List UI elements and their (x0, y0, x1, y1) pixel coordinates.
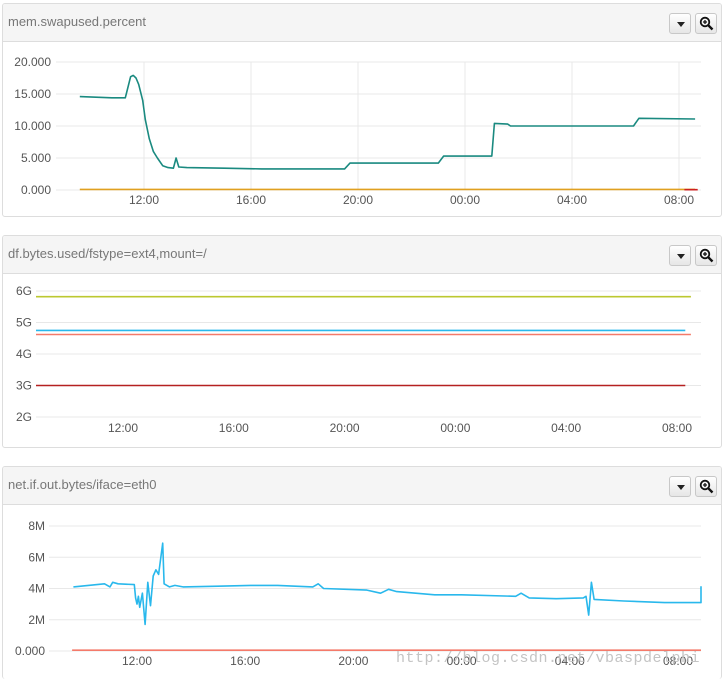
dropdown-button[interactable] (669, 245, 691, 266)
x-tick-label: 12:00 (129, 193, 159, 207)
y-tick-label: 20.000 (14, 55, 51, 69)
series-line-0 (73, 542, 702, 626)
x-tick-label: 12:00 (122, 654, 152, 668)
x-tick-label: 16:00 (236, 193, 266, 207)
y-tick-label: 10.000 (14, 119, 51, 133)
y-tick-label: 6M (28, 550, 45, 564)
y-tick-label: 0.000 (15, 644, 45, 658)
x-tick-label: 08:00 (664, 193, 694, 207)
panel-header: mem.swapused.percent (3, 4, 721, 42)
zoom-button[interactable] (695, 476, 717, 497)
y-tick-label: 2M (28, 613, 45, 627)
swap-chart: 20.000 15.000 10.000 5.000 0.000 12:00 16:00 20… (14, 55, 701, 207)
x-tick-label: 12:00 (108, 421, 138, 435)
y-tick-label: 5.000 (21, 151, 51, 165)
y-tick-label: 4G (16, 347, 32, 361)
zoom-in-icon (699, 16, 714, 31)
y-tick-label: 0.000 (21, 183, 51, 197)
panel-header: df.bytes.used/fstype=ext4,mount=/ (3, 236, 721, 274)
panel-net-out-bytes: net.if.out.bytes/iface=eth0 8M 6M 4M 2M 0.00… (2, 466, 722, 679)
panel-title: net.if.out.bytes/iface=eth0 (8, 477, 157, 492)
y-tick-label: 8M (28, 519, 45, 533)
x-tick-label: 16:00 (219, 421, 249, 435)
watermark: http://blog.csdn.net/vbaspdelphi (396, 650, 701, 667)
caret-down-icon (677, 254, 685, 259)
caret-down-icon (677, 485, 685, 490)
dropdown-button[interactable] (669, 476, 691, 497)
x-tick-label: 04:00 (557, 193, 587, 207)
disk-chart: 6G 5G 4G 3G 2G 12:00 16:00 20:00 00:00 04:00 08:00 (16, 284, 701, 435)
x-tick-label: 04:00 (551, 421, 581, 435)
series-line-0 (79, 74, 696, 170)
zoom-button[interactable] (695, 13, 717, 34)
x-tick-label: 20:00 (343, 193, 373, 207)
y-tick-label: 2G (16, 410, 32, 424)
x-tick-label: 16:00 (230, 654, 260, 668)
y-tick-label: 4M (28, 582, 45, 596)
y-tick-label: 15.000 (14, 87, 51, 101)
zoom-in-icon (699, 479, 714, 494)
dropdown-button[interactable] (669, 13, 691, 34)
panel-header: net.if.out.bytes/iface=eth0 (3, 467, 721, 505)
panel-title: df.bytes.used/fstype=ext4,mount=/ (8, 246, 207, 261)
zoom-in-icon (699, 248, 714, 263)
panel-title: mem.swapused.percent (8, 14, 147, 29)
zoom-button[interactable] (695, 245, 717, 266)
x-tick-label: 20:00 (330, 421, 360, 435)
y-tick-label: 3G (16, 379, 32, 393)
x-tick-label: 00:00 (450, 193, 480, 207)
x-tick-label: 08:00 (662, 421, 692, 435)
x-tick-label: 20:00 (338, 654, 368, 668)
panel-mem-swapused: mem.swapused.percent 20.000 15.000 10.000 5… (2, 3, 722, 217)
panel-df-bytes-used: df.bytes.used/fstype=ext4,mount=/ 6G 5G 4G… (2, 235, 722, 448)
y-tick-label: 5G (16, 316, 32, 330)
y-tick-label: 6G (16, 284, 32, 298)
x-tick-label: 00:00 (440, 421, 470, 435)
caret-down-icon (677, 22, 685, 27)
